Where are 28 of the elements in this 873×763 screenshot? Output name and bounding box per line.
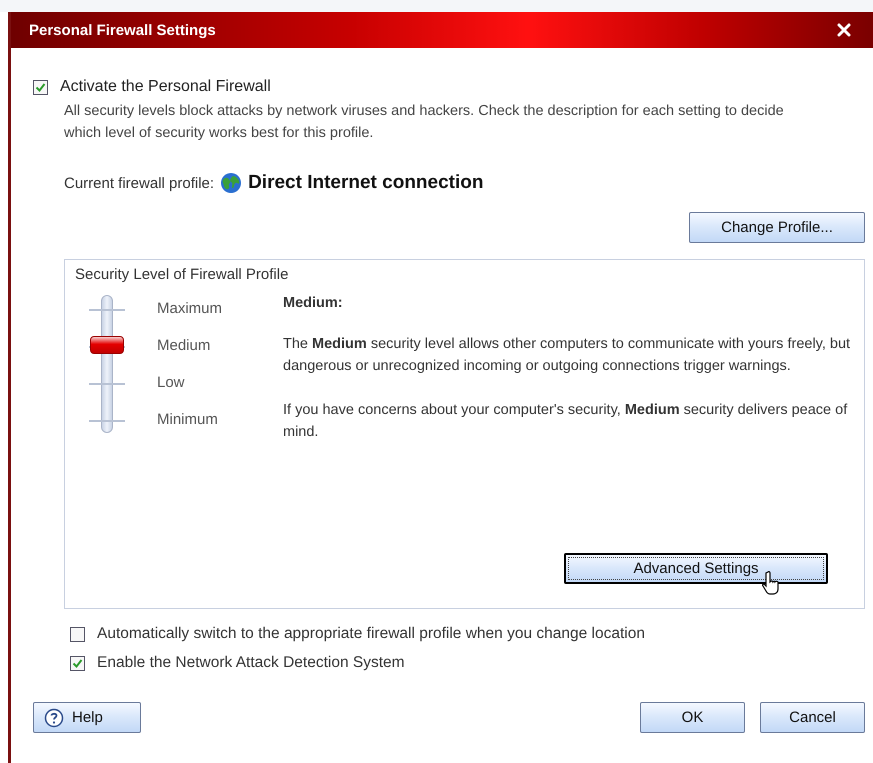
cancel-button[interactable]: Cancel	[760, 702, 865, 733]
checkbox[interactable]	[70, 626, 85, 642]
security-level-slider[interactable]	[89, 295, 125, 435]
checkbox-label[interactable]: Activate the Personal Firewall	[60, 78, 271, 96]
level-label: Maximum	[157, 300, 222, 319]
ok-button[interactable]: OK	[640, 702, 745, 733]
profile-label: Current firewall profile:	[64, 174, 214, 192]
change-profile-button[interactable]: Change Profile...	[689, 212, 865, 243]
advanced-settings-button[interactable]: Advanced Settings	[564, 553, 828, 584]
checkbox-label[interactable]: Automatically switch to the appropriate firewall profile when you change location	[97, 625, 645, 643]
profile-name: Direct Internet connection	[248, 172, 484, 194]
level-label: Low	[157, 374, 186, 393]
checkbox[interactable]	[33, 80, 48, 94]
help-button[interactable]: Help	[33, 702, 141, 733]
panel-title: Security Level of Firewall Profile	[75, 266, 290, 283]
globe-icon	[220, 172, 242, 194]
checkbox-label[interactable]: Enable the Network Attack Detection System	[97, 654, 405, 672]
level-description: The Medium security level allows other computers to communicate with yours freely, but dangerous or unrecognized incoming or outgoing connections trigger warnings.	[283, 335, 852, 376]
window-title: Personal Firewall Settings	[29, 22, 216, 38]
slider-thumb[interactable]	[90, 336, 124, 354]
help-icon	[44, 708, 64, 728]
level-description: If you have concerns about your computer's security, Medium security delivers peace of mind.	[283, 401, 848, 442]
level-label: Medium	[157, 337, 212, 356]
level-label: Minimum	[157, 411, 219, 430]
description-text: All security levels block attacks by network viruses and hackers. Check the description for each setting to decide which level of security works best for this profile.	[64, 102, 785, 143]
close-icon[interactable]	[837, 23, 851, 37]
level-heading: Medium:	[283, 295, 344, 311]
checkbox[interactable]	[70, 656, 85, 670]
